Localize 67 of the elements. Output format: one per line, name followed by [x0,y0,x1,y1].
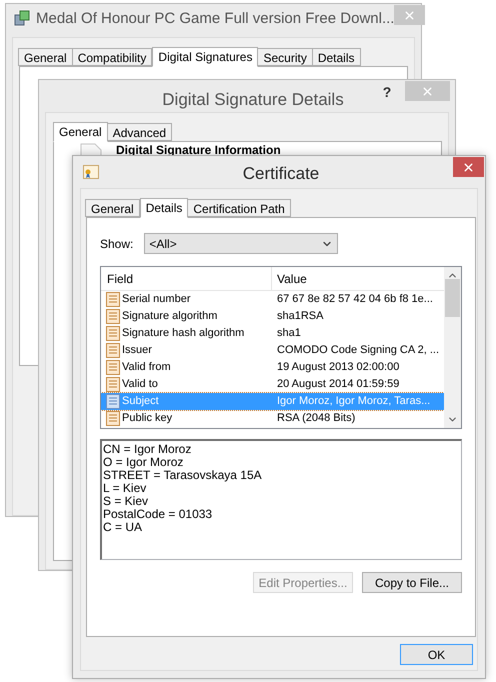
detail-line: O = Igor Moroz [103,456,184,469]
field-icon [106,360,120,375]
detail-line: C = UA [103,521,144,534]
tab[interactable]: Advanced [106,123,172,141]
detail-line: PostalCode = 01033 [103,508,214,521]
field-name: Valid to [122,377,158,392]
tab[interactable]: Certification Path [187,199,291,217]
field-value: COMODO Code Signing CA 2, ... [276,343,440,358]
detail-line: L = Kiev [103,482,148,495]
field-name: Public key [122,411,172,426]
field-value: sha1 [276,326,302,342]
field-icon [106,411,120,426]
field-name: Serial number [122,292,190,308]
show-dropdown[interactable]: <All> [144,233,338,254]
field-value: RSA (2048 Bits) [276,411,356,426]
field-name: Signature algorithm [122,309,218,324]
certificate-icon [83,165,99,179]
field-icon [106,394,120,409]
field-name: Subject [122,394,159,410]
field-icon [106,377,120,392]
field-icon [106,292,120,307]
tab[interactable]: General [18,48,73,66]
list-row[interactable]: Valid to 20 August 2014 01:59:59 [101,376,444,393]
tab[interactable]: Digital Signatures [152,47,258,67]
close-button[interactable] [453,157,484,177]
column-header[interactable]: Value [272,267,444,290]
action-button[interactable]: Copy to File... [362,572,462,593]
program-icon [14,10,30,26]
detail-line: STREET = Tarasovskaya 15A [103,469,263,482]
field-value: 19 August 2013 02:00:00 [276,360,400,376]
detail-line: CN = Igor Moroz [103,443,192,456]
ok-button[interactable]: OK [400,644,473,665]
close-icon [421,84,434,98]
column-header[interactable]: Field [101,267,272,290]
scrollbar[interactable] [444,267,461,428]
scroll-thumb[interactable] [445,278,460,316]
field-name: Valid from [122,360,171,376]
field-icon [106,343,120,358]
field-value: Igor Moroz, Igor Moroz, Taras... [276,394,432,410]
list-row[interactable]: Signature hash algorithm sha1 [101,325,444,342]
list-row[interactable]: Valid from 19 August 2013 02:00:00 [101,359,444,376]
field-value: 20 August 2014 01:59:59 [276,377,400,392]
window-title: Medal Of Honour PC Game Full version Free Downl... [36,9,394,29]
help-button[interactable]: ? [377,82,397,103]
show-label: Show: [100,236,134,252]
field-name: Signature hash algorithm [122,326,244,342]
tab[interactable]: Compatibility [72,48,152,66]
list-row[interactable]: Signature algorithm sha1RSA [101,308,444,325]
tab[interactable]: General [85,199,140,217]
detail-line: S = Kiev [103,495,150,508]
list-row[interactable]: Serial number 67 67 8e 82 57 42 04 6b f8 1e... [101,291,444,308]
list-row[interactable]: Public key RSA (2048 Bits) [101,410,444,427]
tab[interactable]: Security [257,48,313,66]
tab[interactable]: Details [312,48,361,66]
list-row[interactable]: Issuer COMODO Code Signing CA 2, ... [101,342,444,359]
window-title: Digital Signature Details [161,89,345,111]
field-name: Issuer [122,343,152,358]
field-icon [106,326,120,341]
close-icon [403,8,416,22]
field-icon [106,309,120,324]
window-title: Certificate [242,163,320,185]
close-icon [462,160,475,174]
field-value: 67 67 8e 82 57 42 04 6b f8 1e... [276,292,434,308]
field-value: sha1RSA [276,309,324,324]
tab[interactable]: Details [140,198,188,218]
tab[interactable]: General [53,122,108,142]
section-heading: Digital Signature Information [116,143,281,157]
